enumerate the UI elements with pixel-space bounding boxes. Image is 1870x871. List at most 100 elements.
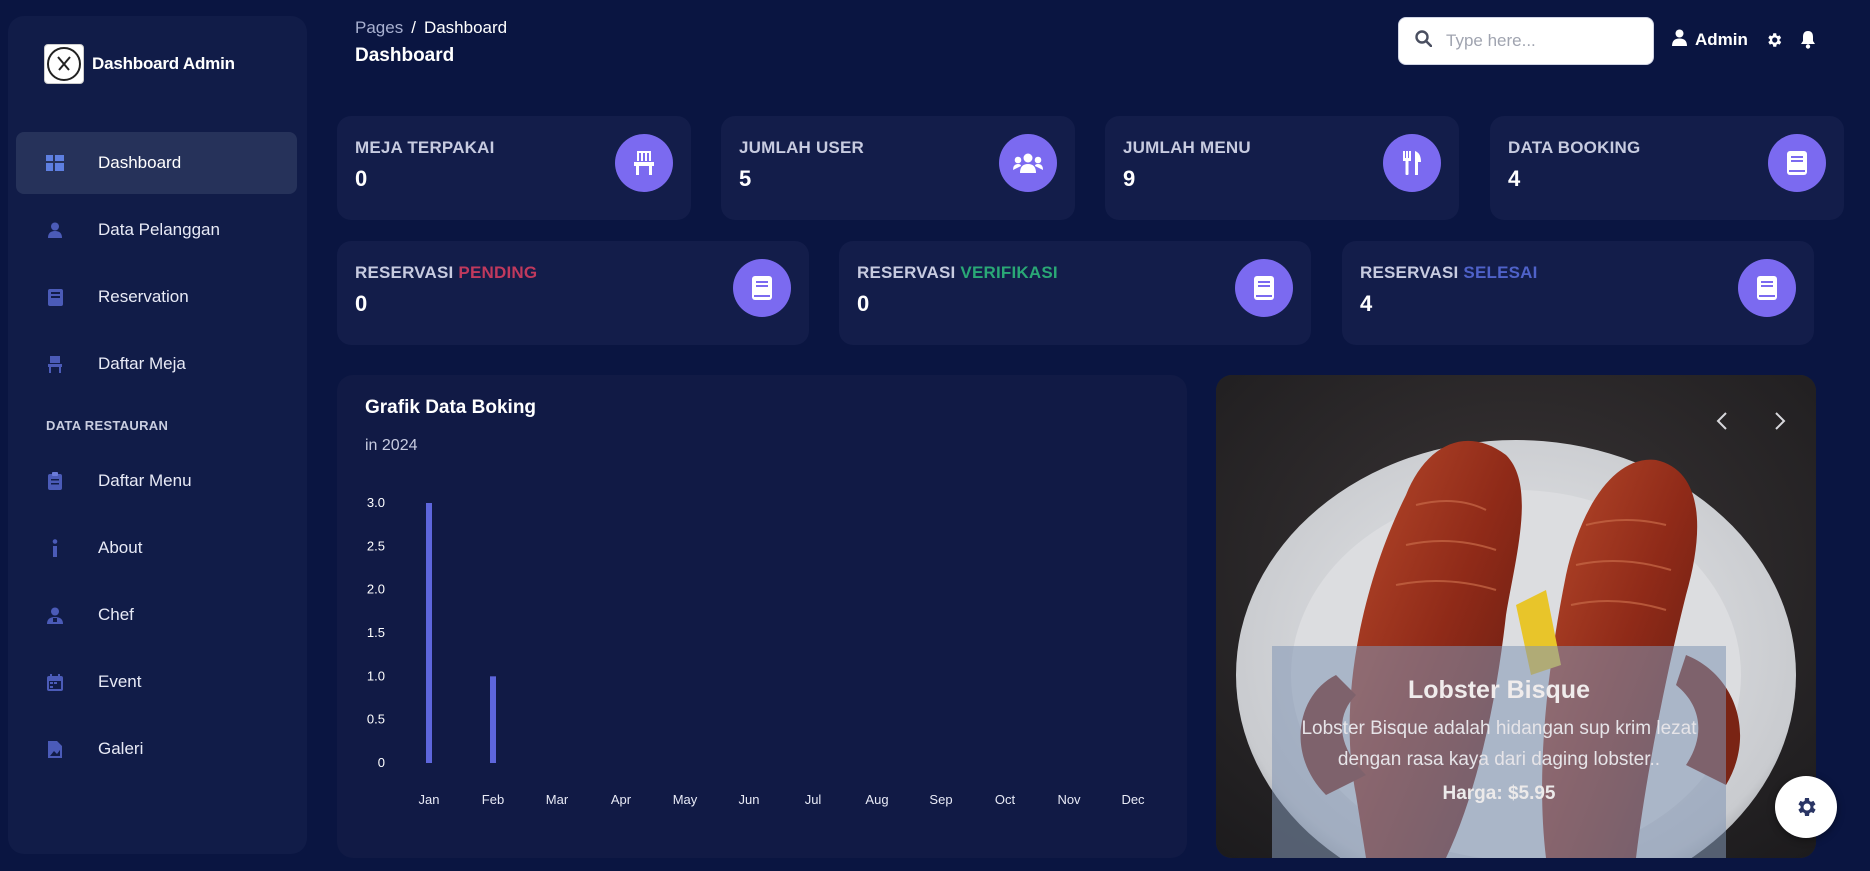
reservasi-prefix: RESERVASI [857,263,956,282]
stat-label: RESERVASI PENDING [355,263,537,283]
stat-label: MEJA TERPAKAI [355,138,495,157]
menu-item-price: Harga: $5.95 [1442,783,1556,804]
stat-value: 0 [355,166,368,191]
x-tick-label: Jan [419,792,440,807]
sidebar-item-reservation[interactable]: Reservation [16,266,297,328]
calendar-icon [46,673,64,691]
x-tick-label: Jun [739,792,760,807]
x-tick-label: Oct [995,792,1016,807]
section-heading-data-restauran: DATA RESTAURAN [46,417,169,433]
sidebar-item-data-pelanggan[interactable]: Data Pelanggan [16,199,297,261]
stat-card-meja-terpakai[interactable]: MEJA TERPAKAI 0 [337,116,691,220]
sidebar-item-label: About [98,538,143,557]
search-icon [1415,30,1433,52]
chair-icon [615,134,673,192]
breadcrumb-pages[interactable]: Pages [355,18,403,37]
brand[interactable]: Dashboard Admin [44,44,235,84]
chair-icon [46,355,64,373]
sidebar-item-label: Daftar Menu [98,471,192,490]
stat-value: 4 [1508,166,1521,191]
sidebar-item-label: Event [98,672,142,691]
gear-icon [1798,798,1816,816]
page-title: Dashboard [355,45,455,66]
sidebar-item-galeri[interactable]: Galeri [16,718,297,780]
y-tick-label: 1.0 [367,668,385,683]
x-tick-label: Sep [929,792,952,807]
x-tick-label: Mar [546,792,569,807]
sidebar-item-chef[interactable]: Chef [16,584,297,646]
y-tick-label: 0 [378,755,385,770]
sidebar-item-label: Daftar Meja [98,354,186,373]
search-input[interactable] [1446,31,1636,51]
stat-value: 5 [739,166,752,191]
sidebar-item-label: Data Pelanggan [98,220,220,239]
sidebar-item-daftar-meja[interactable]: Daftar Meja [16,333,297,395]
stat-card-reservasi-verifikasi[interactable]: RESERVASI VERIFIKASI 0 [839,241,1311,345]
menu-item-description: Lobster Bisque adalah hidangan sup krim … [1301,718,1697,770]
status-selesai: SELESAI [1463,263,1538,282]
stat-card-reservasi-selesai[interactable]: RESERVASI SELESAI 4 [1342,241,1814,345]
booking-bar-chart: 0 0.5 1.0 1.5 2.0 2.5 3.0 Jan Feb Mar Apr May Jun Jul… [367,495,1145,807]
info-icon [46,539,64,557]
stat-value: 0 [857,291,870,316]
bar-jan[interactable] [426,503,432,763]
clipboard-icon [46,472,64,490]
sidebar-item-label: Dashboard [98,153,182,172]
stat-card-jumlah-menu[interactable]: JUMLAH MENU 9 [1105,116,1459,220]
brand-name: Dashboard Admin [92,54,235,73]
book-icon [1738,259,1796,317]
notification-bell-icon[interactable] [1800,31,1816,54]
sidebar-item-label: Galeri [98,739,144,758]
booking-chart-panel: Grafik Data Boking in 2024 0 0.5 1.0 1.5 2.0… [337,375,1187,858]
menu-carousel[interactable]: Lobster Bisque Lobster Bisque adalah hid… [1216,375,1816,858]
breadcrumb: Pages / Dashboard [355,18,507,38]
user-menu[interactable]: Admin [1672,29,1748,51]
sidebar-item-daftar-menu[interactable]: Daftar Menu [16,450,297,512]
breadcrumb-current: Dashboard [423,18,508,37]
y-tick-label: 3.0 [367,495,385,510]
sidebar-item-dashboard[interactable]: Dashboard [16,132,297,194]
sidebar: Dashboard Admin Dashboard Data Pelanggan… [8,16,307,854]
sidebar-nav: Dashboard Data Pelanggan Reservation Daf… [16,132,297,785]
stat-label: RESERVASI VERIFIKASI [857,263,1058,283]
reservasi-prefix: RESERVASI [1360,263,1459,282]
reservasi-prefix: RESERVASI [355,263,454,282]
users-group-icon [999,134,1057,192]
sidebar-item-event[interactable]: Event [16,651,297,713]
chevron-right-icon[interactable] [1774,411,1786,436]
stat-value: 9 [1123,166,1136,191]
menu-item-title: Lobster Bisque [1408,676,1590,704]
settings-gear-icon[interactable] [1765,31,1783,54]
stat-card-jumlah-user[interactable]: JUMLAH USER 5 [721,116,1075,220]
chevron-left-icon[interactable] [1716,411,1728,436]
sidebar-item-about[interactable]: About [16,517,297,579]
carousel-caption: Lobster Bisque Lobster Bisque adalah hid… [1272,646,1726,858]
book-icon [1235,259,1293,317]
search-box[interactable] [1398,17,1654,65]
y-tick-label: 1.5 [367,625,385,640]
x-tick-label: Aug [865,792,888,807]
x-tick-label: Jul [805,792,822,807]
stat-label: JUMLAH MENU [1123,138,1251,157]
dashboard-icon [46,154,64,172]
floating-settings-button[interactable] [1775,776,1837,838]
stat-card-data-booking[interactable]: DATA BOOKING 4 [1490,116,1844,220]
book-icon [1768,134,1826,192]
x-tick-label: Feb [482,792,504,807]
x-tick-label: May [673,792,698,807]
book-icon [46,288,64,306]
breadcrumb-separator: / [411,18,416,37]
x-tick-label: Dec [1121,792,1145,807]
y-tick-label: 2.5 [367,538,385,553]
stat-value: 0 [355,291,368,316]
stat-card-reservasi-pending[interactable]: RESERVASI PENDING 0 [337,241,809,345]
user-icon [1672,29,1687,51]
image-file-icon [46,740,64,758]
brand-logo [44,44,84,84]
user-icon [46,221,64,239]
bar-feb[interactable] [490,676,496,763]
sidebar-item-label: Reservation [98,287,189,306]
stat-label: JUMLAH USER [739,138,864,157]
book-icon [733,259,791,317]
status-pending: PENDING [458,263,538,282]
